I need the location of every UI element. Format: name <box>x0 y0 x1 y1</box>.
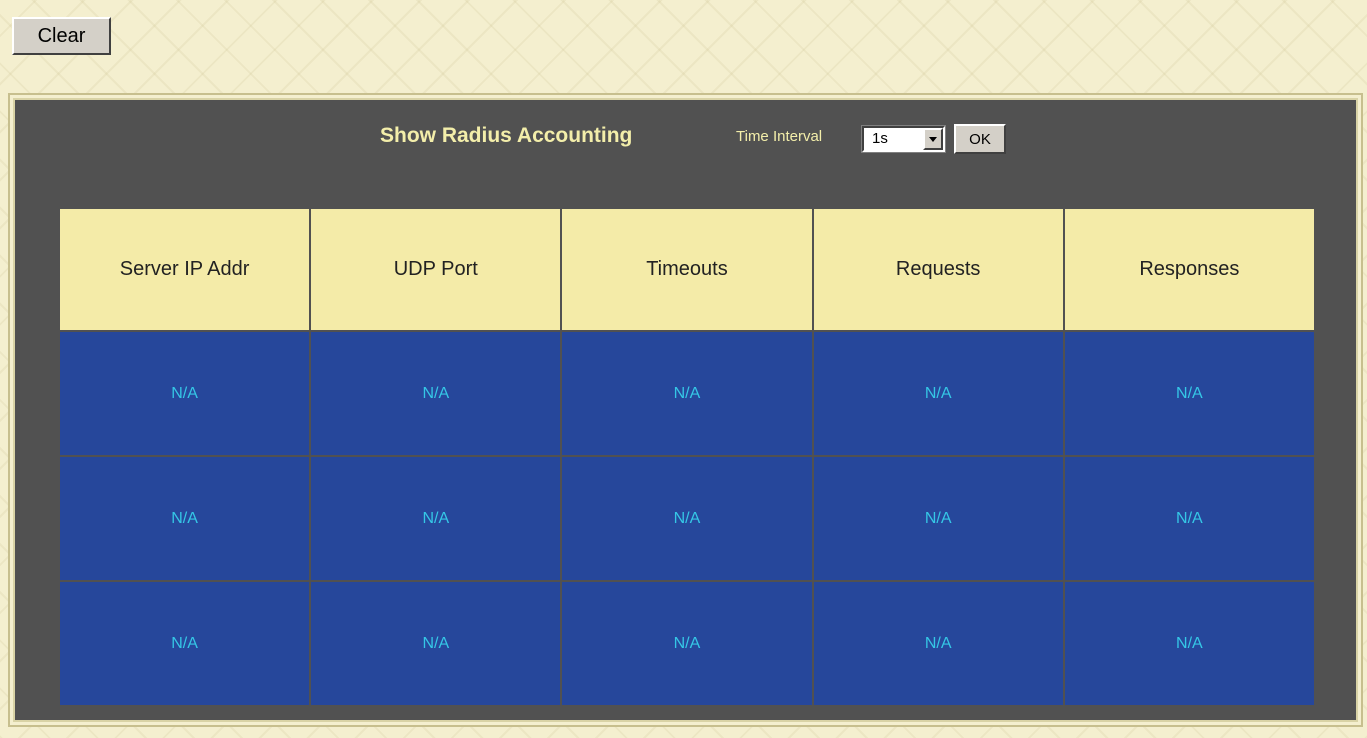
column-header-responses: Responses <box>1062 207 1317 332</box>
column-header-server-ip-addr: Server IP Addr <box>57 207 312 332</box>
table-cell: N/A <box>1062 580 1317 707</box>
table-cell: N/A <box>57 330 312 457</box>
table-cell: N/A <box>811 330 1065 457</box>
ok-button[interactable]: OK <box>954 124 1006 154</box>
column-header-timeouts: Timeouts <box>560 207 814 332</box>
chevron-down-icon[interactable] <box>923 128 943 150</box>
time-interval-label: Time Interval <box>736 128 823 145</box>
table-cell: N/A <box>560 580 814 707</box>
table-cell: N/A <box>57 580 312 707</box>
time-interval-value: 1s <box>872 130 888 147</box>
table-header-row: Server IP Addr UDP Port Timeouts Request… <box>57 207 1317 332</box>
table-cell: N/A <box>1062 330 1317 457</box>
clear-button[interactable]: Clear <box>12 17 111 55</box>
panel-header: Show Radius Accounting Time Interval 1s … <box>15 120 1356 154</box>
table-cell: N/A <box>811 455 1065 582</box>
table-cell: N/A <box>1062 455 1317 582</box>
table-cell: N/A <box>57 455 312 582</box>
table-cell: N/A <box>560 455 814 582</box>
table-cell: N/A <box>309 580 563 707</box>
radius-accounting-panel: Show Radius Accounting Time Interval 1s … <box>13 98 1358 722</box>
column-header-udp-port: UDP Port <box>309 207 563 332</box>
table-cell: N/A <box>309 330 563 457</box>
table-cell: N/A <box>811 580 1065 707</box>
table-row: N/A N/A N/A N/A N/A <box>57 580 1317 707</box>
table-row: N/A N/A N/A N/A N/A <box>57 330 1317 457</box>
radius-accounting-table: Server IP Addr UDP Port Timeouts Request… <box>57 207 1317 707</box>
table-row: N/A N/A N/A N/A N/A <box>57 455 1317 582</box>
radius-accounting-frame: Show Radius Accounting Time Interval 1s … <box>8 93 1363 727</box>
table-cell: N/A <box>560 330 814 457</box>
time-interval-select[interactable]: 1s <box>861 125 946 153</box>
column-header-requests: Requests <box>811 207 1065 332</box>
panel-title: Show Radius Accounting <box>380 124 633 147</box>
table-cell: N/A <box>309 455 563 582</box>
